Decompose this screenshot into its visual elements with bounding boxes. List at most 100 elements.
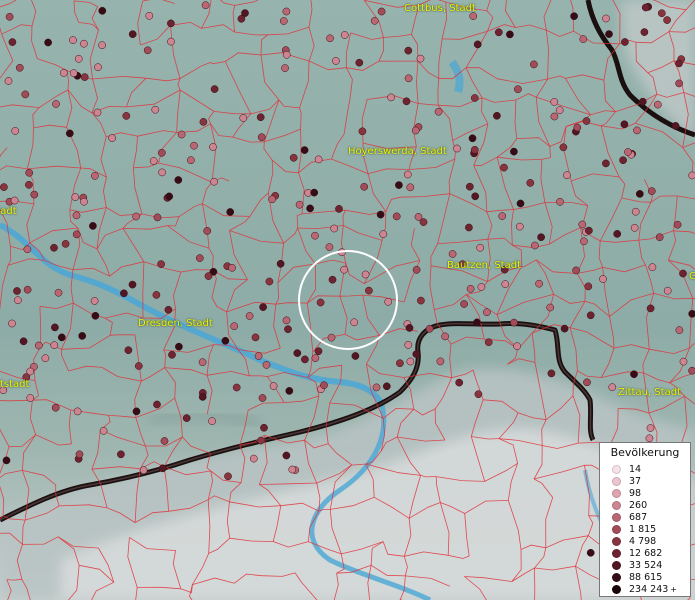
settlement-dot[interactable]	[404, 74, 413, 83]
settlement-dot[interactable]	[209, 143, 217, 151]
settlement-dot[interactable]	[648, 263, 657, 272]
settlement-dot[interactable]	[416, 54, 425, 63]
settlement-dot[interactable]	[71, 193, 80, 201]
settlement-dot[interactable]	[679, 269, 687, 278]
settlement-dot[interactable]	[153, 213, 162, 222]
settlement-dot[interactable]	[221, 336, 230, 345]
settlement-dot[interactable]	[15, 63, 24, 72]
settlement-dot[interactable]	[293, 349, 302, 357]
settlement-dot[interactable]	[473, 318, 481, 327]
settlement-dot[interactable]	[98, 6, 107, 15]
settlement-dot[interactable]	[631, 207, 640, 216]
settlement-dot[interactable]	[500, 163, 508, 172]
settlement-dot[interactable]	[23, 285, 32, 294]
settlement-dot[interactable]	[624, 148, 632, 156]
settlement-dot[interactable]	[282, 50, 291, 59]
settlement-dot[interactable]	[4, 77, 13, 85]
settlement-dot[interactable]	[405, 324, 414, 332]
settlement-dot[interactable]	[326, 34, 334, 43]
settlement-dot[interactable]	[570, 12, 578, 21]
settlement-dot[interactable]	[198, 393, 207, 401]
settlement-dot[interactable]	[640, 28, 649, 36]
settlement-dot[interactable]	[177, 130, 186, 139]
settlement-dot[interactable]	[300, 146, 309, 154]
settlement-dot[interactable]	[132, 212, 140, 221]
settlement-dot[interactable]	[633, 126, 641, 135]
settlement-dot[interactable]	[550, 112, 559, 121]
settlement-dot[interactable]	[73, 407, 82, 416]
settlement-dot[interactable]	[187, 156, 195, 165]
settlement-dot[interactable]	[370, 16, 379, 25]
settlement-dot[interactable]	[501, 280, 510, 288]
settlement-dot[interactable]	[25, 180, 33, 189]
settlement-dot[interactable]	[164, 305, 173, 314]
settlement-dot[interactable]	[80, 197, 88, 206]
settlement-dot[interactable]	[514, 85, 522, 94]
settlement-dot[interactable]	[377, 7, 386, 16]
settlement-dot[interactable]	[335, 205, 343, 213]
settlement-dot[interactable]	[621, 38, 629, 46]
settlement-dot[interactable]	[579, 35, 588, 43]
settlement-dot[interactable]	[311, 354, 320, 362]
settlement-dot[interactable]	[403, 170, 412, 179]
settlement-dot[interactable]	[260, 423, 268, 432]
settlement-dot[interactable]	[476, 243, 485, 252]
settlement-dot[interactable]	[434, 107, 443, 116]
settlement-dot[interactable]	[314, 155, 323, 164]
settlement-dot[interactable]	[26, 367, 35, 376]
settlement-dot[interactable]	[149, 157, 158, 165]
settlement-dot[interactable]	[351, 352, 360, 360]
settlement-dot[interactable]	[582, 117, 591, 125]
settlement-dot[interactable]	[448, 250, 457, 258]
settlement-dot[interactable]	[26, 394, 35, 402]
settlement-dot[interactable]	[228, 263, 236, 272]
settlement-dot[interactable]	[91, 311, 100, 320]
settlement-dot[interactable]	[406, 357, 415, 366]
settlement-dot[interactable]	[599, 275, 607, 283]
settlement-dot[interactable]	[284, 325, 292, 334]
settlement-dot[interactable]	[325, 243, 334, 251]
settlement-dot[interactable]	[160, 437, 169, 445]
settlement-dot[interactable]	[117, 450, 125, 459]
settlement-dot[interactable]	[510, 147, 518, 156]
settlement-dot[interactable]	[310, 188, 319, 197]
settlement-dot[interactable]	[52, 100, 60, 108]
settlement-dot[interactable]	[268, 195, 276, 204]
settlement-dot[interactable]	[556, 197, 564, 206]
settlement-dot[interactable]	[50, 341, 59, 350]
settlement-dot[interactable]	[258, 394, 267, 402]
settlement-dot[interactable]	[269, 382, 278, 390]
settlement-dot[interactable]	[630, 370, 638, 379]
settlement-dot[interactable]	[204, 272, 213, 280]
settlement-dot[interactable]	[572, 266, 580, 275]
settlement-dot[interactable]	[506, 30, 514, 39]
settlement-dot[interactable]	[21, 90, 30, 99]
settlement-dot[interactable]	[641, 3, 650, 12]
settlement-dot[interactable]	[108, 134, 116, 142]
settlement-dot[interactable]	[41, 354, 50, 363]
settlement-dot[interactable]	[224, 472, 232, 481]
settlement-dot[interactable]	[276, 259, 285, 268]
settlement-dot[interactable]	[306, 204, 314, 213]
settlement-dot[interactable]	[25, 168, 34, 177]
settlement-dot[interactable]	[311, 231, 319, 240]
settlement-dot[interactable]	[675, 59, 683, 68]
settlement-dot[interactable]	[158, 168, 166, 177]
settlement-dot[interactable]	[2, 456, 11, 465]
settlement-dot[interactable]	[376, 210, 385, 219]
settlement-dot[interactable]	[14, 296, 22, 305]
selection-circle[interactable]	[298, 250, 398, 350]
settlement-dot[interactable]	[470, 94, 479, 102]
settlement-dot[interactable]	[493, 111, 501, 120]
settlement-dot[interactable]	[239, 114, 248, 122]
settlement-dot[interactable]	[285, 387, 294, 395]
settlement-dot[interactable]	[646, 424, 655, 432]
settlement-dot[interactable]	[646, 304, 655, 313]
settlement-dot[interactable]	[0, 183, 8, 191]
settlement-dot[interactable]	[190, 141, 198, 150]
settlement-dot[interactable]	[210, 85, 219, 93]
settlement-dot[interactable]	[453, 144, 461, 153]
settlement-dot[interactable]	[289, 153, 298, 162]
settlement-dot[interactable]	[382, 382, 391, 391]
settlement-dot[interactable]	[396, 359, 404, 368]
